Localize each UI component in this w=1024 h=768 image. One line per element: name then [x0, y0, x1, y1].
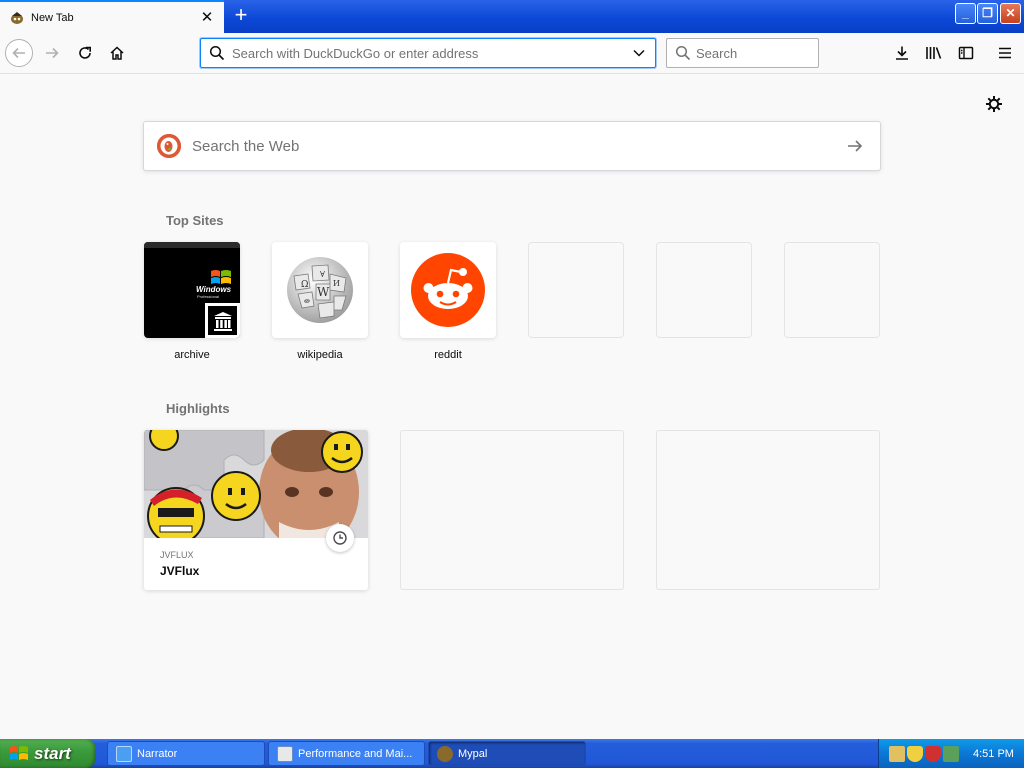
highlight-thumbnail [144, 430, 368, 538]
top-site-label: wikipedia [297, 349, 343, 361]
archive-building-icon [208, 306, 237, 335]
downloads-button[interactable] [888, 39, 916, 67]
url-dropdown-chevron-icon[interactable] [627, 41, 651, 65]
narrator-icon [116, 745, 132, 762]
title-bar: New Tab ✕ + _ ❐ ✕ [0, 0, 1024, 33]
svg-text:ወ: ወ [304, 296, 310, 305]
tab-title: New Tab [31, 11, 74, 24]
search-input[interactable] [696, 45, 806, 61]
highlights-heading: Highlights [166, 401, 230, 416]
navigation-toolbar [0, 33, 1024, 74]
system-tray: 4:51 PM [878, 739, 1024, 768]
web-search-box[interactable] [143, 121, 881, 171]
network-icon[interactable] [943, 745, 959, 762]
top-site-placeholder [656, 242, 752, 338]
web-search-input[interactable] [192, 137, 837, 155]
svg-text:И: И [333, 279, 340, 288]
home-button[interactable] [103, 39, 131, 67]
taskbar-item-label: Narrator [137, 747, 178, 760]
svg-text:W: W [317, 285, 330, 299]
home-icon [110, 46, 124, 60]
windows-logo-icon [9, 744, 29, 764]
top-sites-heading: Top Sites [166, 213, 224, 228]
security-alert-icon[interactable] [925, 745, 941, 762]
taskbar-item-mypal[interactable]: Mypal [428, 741, 586, 766]
tab-close-icon[interactable]: ✕ [199, 9, 215, 26]
highlight-empty-slot [400, 430, 624, 590]
top-site-empty-slot [784, 242, 880, 338]
archive-logo-badge [205, 303, 240, 338]
top-site-archive[interactable]: Windows Professional archive [144, 242, 240, 361]
highlight-title: JVFlux [160, 564, 200, 578]
sidebar-toggle-button[interactable] [952, 39, 980, 67]
top-site-label: reddit [434, 349, 462, 361]
taskbar-item-narrator[interactable]: Narrator [107, 741, 265, 766]
download-icon [896, 46, 908, 60]
sidebar-icon [958, 46, 974, 60]
tab-new-tab[interactable]: New Tab ✕ [0, 0, 224, 33]
reload-button[interactable] [71, 39, 99, 67]
start-button[interactable]: start [0, 739, 96, 768]
start-label: start [34, 743, 71, 763]
svg-text:Ω: Ω [301, 280, 308, 290]
url-bar[interactable] [200, 38, 656, 68]
new-tab-page: Top Sites Windows Professional [0, 74, 1024, 739]
history-clock-icon [326, 524, 354, 552]
preferences-gear-icon[interactable] [984, 94, 1004, 114]
highlight-hostname: JVFLUX [160, 550, 194, 560]
top-site-reddit[interactable]: reddit [400, 242, 496, 361]
menu-button[interactable] [991, 39, 1019, 67]
hamburger-menu-icon [999, 47, 1011, 59]
taskbar-clock[interactable]: 4:51 PM [973, 748, 1014, 760]
search-go-arrow-icon[interactable] [837, 128, 873, 164]
search-bar[interactable] [666, 38, 819, 68]
top-site-wikipedia[interactable]: Ω W И ወ ∀ wikipedia [272, 242, 368, 361]
top-site-empty-slot [528, 242, 624, 338]
top-site-tile[interactable] [400, 242, 496, 338]
top-site-tile[interactable]: Ω W И ወ ∀ [272, 242, 368, 338]
maximize-button[interactable]: ❐ [977, 3, 998, 24]
search-icon [674, 44, 692, 62]
back-button[interactable] [5, 39, 33, 67]
top-site-placeholder [528, 242, 624, 338]
taskbar-item-label: Mypal [458, 747, 488, 760]
taskbar-item-performance[interactable]: Performance and Mai... [268, 741, 425, 766]
top-site-label: archive [174, 349, 210, 361]
mypal-favicon-icon [9, 10, 25, 26]
library-button[interactable] [920, 39, 948, 67]
thumb-window-bar [144, 242, 240, 248]
top-site-empty-slot [656, 242, 752, 338]
safely-remove-hardware-icon[interactable] [889, 745, 905, 762]
search-icon [208, 44, 226, 62]
reddit-logo-icon [411, 253, 485, 327]
forward-arrow-icon [46, 47, 59, 59]
thumb-professional-text: Professional [197, 294, 220, 299]
thumb-windows-text: Windows [196, 285, 232, 294]
library-icon [926, 47, 942, 59]
new-tab-button[interactable]: + [229, 4, 253, 28]
highlight-empty-slot [656, 430, 880, 590]
close-window-button[interactable]: ✕ [1000, 3, 1021, 24]
performance-icon [277, 745, 293, 762]
taskbar: start Narrator Performance and Mai... My… [0, 739, 1024, 768]
back-arrow-icon [12, 47, 25, 59]
mypal-icon [437, 745, 453, 762]
wikipedia-globe-icon: Ω W И ወ ∀ [284, 254, 356, 326]
url-input[interactable] [232, 41, 627, 65]
top-site-placeholder [784, 242, 880, 338]
top-site-tile[interactable]: Windows Professional [144, 242, 240, 338]
reload-icon [79, 46, 91, 59]
svg-text:∀: ∀ [320, 270, 325, 279]
minimize-button[interactable]: _ [955, 3, 976, 24]
duckduckgo-logo-icon [157, 134, 181, 158]
taskbar-item-label: Performance and Mai... [298, 747, 413, 760]
highlight-card-jvflux[interactable]: JVFLUX JVFlux [144, 430, 368, 590]
forward-button[interactable] [38, 39, 66, 67]
security-shield-icon[interactable] [907, 745, 923, 762]
